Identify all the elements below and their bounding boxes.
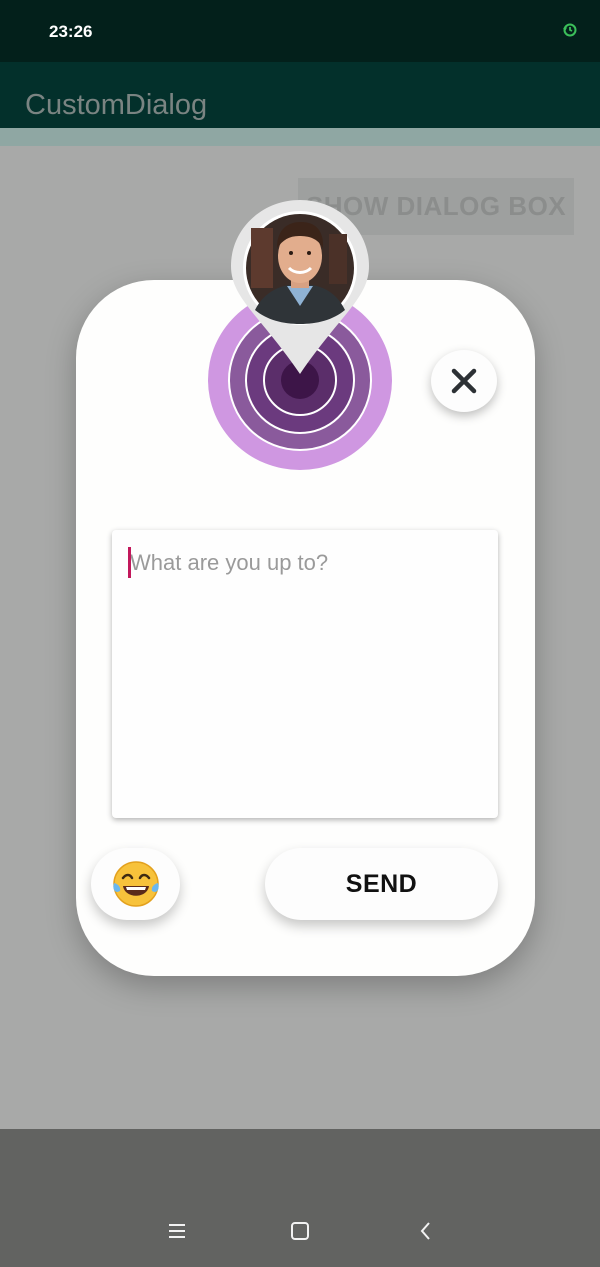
- close-icon: [451, 368, 477, 394]
- app-bar: CustomDialog: [0, 62, 600, 128]
- emoji-button[interactable]: [91, 848, 180, 920]
- send-button[interactable]: SEND: [265, 848, 498, 920]
- home-square-icon: [291, 1222, 309, 1240]
- app-title: CustomDialog: [25, 89, 208, 121]
- back-button[interactable]: [411, 1216, 441, 1246]
- message-input[interactable]: [112, 530, 498, 818]
- sync-icon: [563, 23, 577, 37]
- status-bar: 23:26: [0, 0, 600, 62]
- back-chevron-icon: [420, 1222, 430, 1240]
- person-avatar-icon: [231, 200, 369, 374]
- menu-button[interactable]: [162, 1216, 192, 1246]
- app-bar-divider: [0, 128, 600, 146]
- home-button[interactable]: [285, 1216, 315, 1246]
- laughing-tears-emoji-icon: [112, 861, 159, 907]
- menu-icon: [169, 1224, 185, 1238]
- status-time: 23:26: [49, 22, 93, 41]
- message-box: [112, 530, 498, 818]
- system-nav-bar: [0, 1129, 600, 1267]
- close-button[interactable]: [431, 350, 497, 412]
- text-caret: [128, 547, 131, 578]
